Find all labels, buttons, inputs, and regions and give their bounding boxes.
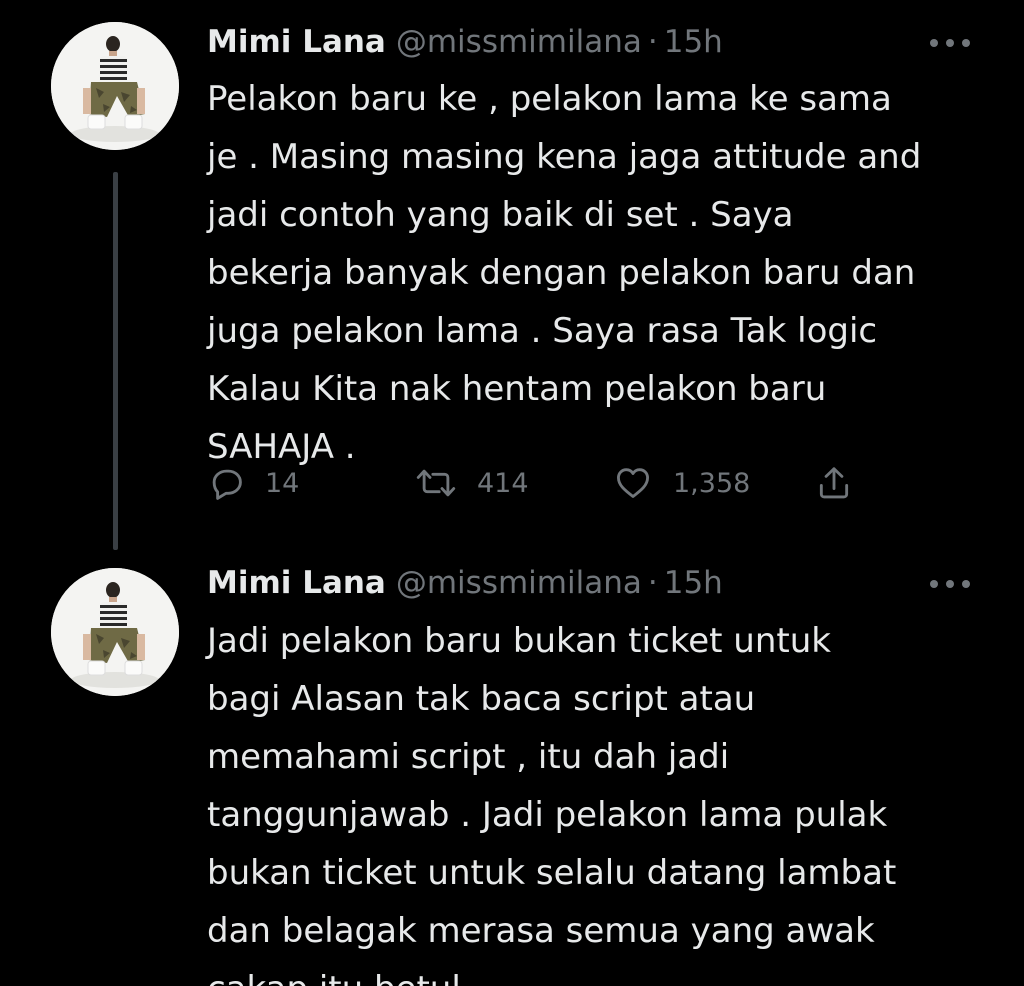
retweet-count: 414 — [477, 467, 529, 499]
reply-icon — [212, 469, 242, 500]
share-icon — [819, 467, 849, 499]
heart-icon — [617, 468, 649, 498]
separator-dot: · — [647, 565, 658, 601]
tweet-text-line: juga pelakon lama . Saya rasa Tak logic — [207, 311, 878, 351]
tweet-text-line: Jadi pelakon baru bukan ticket untuk — [207, 621, 831, 661]
tweet-actions: 14 414 1,358 — [207, 458, 867, 508]
separator-dot: · — [647, 24, 658, 60]
more-icon[interactable] — [930, 38, 970, 48]
tweet-text-line: jadi contoh yang baik di set . Saya — [207, 195, 794, 235]
tweet-text: Pelakon baru ke , pelakon lama ke sama j… — [207, 70, 1007, 476]
retweet-icon — [416, 469, 456, 497]
reply-button[interactable]: 14 — [207, 458, 299, 508]
tweet-text-line: Kalau Kita nak hentam pelakon baru — [207, 369, 827, 409]
avatar[interactable] — [51, 22, 179, 150]
author-handle[interactable]: @missmimilana — [396, 565, 642, 601]
tweet-text-line: cakap itu betul . — [207, 960, 1007, 986]
tweet-text-line: je . Masing masing kena jaga attitude an… — [207, 137, 922, 177]
more-icon[interactable] — [930, 579, 970, 589]
tweet-header: Mimi Lana @missmimilana · 15h — [207, 563, 723, 603]
timeline: Mimi Lana @missmimilana · 15h Pelakon baru … — [0, 0, 1024, 986]
author-name[interactable]: Mimi Lana — [207, 24, 386, 60]
tweet-text-line: dan belagak merasa semua yang awak — [207, 911, 875, 951]
author-handle[interactable]: @missmimilana — [396, 24, 642, 60]
avatar[interactable] — [51, 568, 179, 696]
author-name[interactable]: Mimi Lana — [207, 565, 386, 601]
tweet-timestamp[interactable]: 15h — [664, 565, 723, 601]
tweet-text-line: Pelakon baru ke , pelakon lama ke sama — [207, 79, 892, 119]
tweet-text-line: bekerja banyak dengan pelakon baru dan — [207, 253, 916, 293]
profile-photo — [51, 568, 179, 696]
reply-count: 14 — [265, 467, 300, 499]
thread-connector-line — [113, 172, 118, 550]
like-count: 1,358 — [673, 467, 751, 499]
tweet-timestamp[interactable]: 15h — [664, 24, 723, 60]
tweet-text-line: memahami script , itu dah jadi — [207, 737, 730, 777]
tweet-text: Jadi pelakon baru bukan ticket untuk bag… — [207, 612, 1007, 986]
share-button[interactable] — [815, 458, 853, 508]
tweet-header: Mimi Lana @missmimilana · 15h — [207, 22, 723, 62]
retweet-button[interactable]: 414 — [415, 458, 529, 508]
profile-photo — [51, 22, 179, 150]
tweet-text-line: tanggunjawab . Jadi pelakon lama pulak — [207, 795, 888, 835]
tweet-text-line: bagi Alasan tak baca script atau — [207, 679, 756, 719]
tweet-text-line: bukan ticket untuk selalu datang lambat — [207, 853, 897, 893]
like-button[interactable]: 1,358 — [613, 458, 750, 508]
